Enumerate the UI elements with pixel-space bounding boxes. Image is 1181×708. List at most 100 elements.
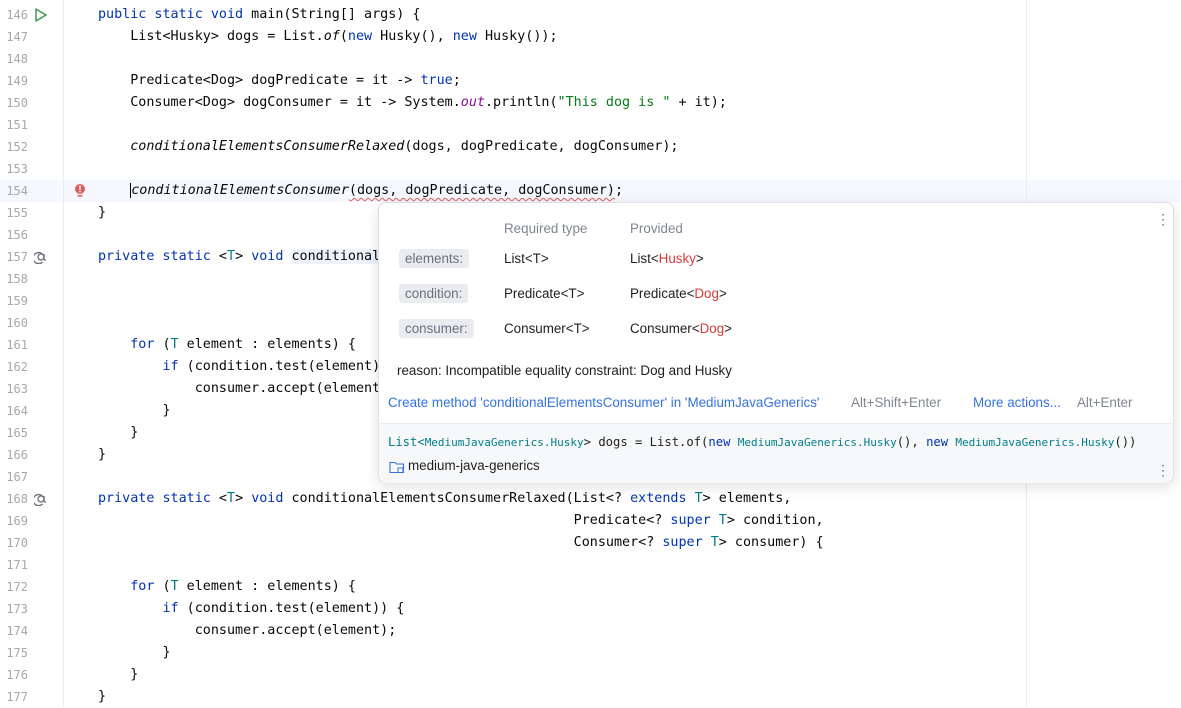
create-method-link[interactable]: Create method 'conditionalElementsConsum… — [388, 395, 820, 410]
code-line[interactable]: 168 private static <T> void conditionalEl… — [0, 488, 1181, 510]
code-text[interactable]: private static <T> void conditionalEleme… — [98, 488, 791, 510]
code-text[interactable]: public static void main(String[] args) { — [98, 4, 421, 26]
line-number: 170 — [6, 536, 28, 550]
code-line[interactable]: 153 — [0, 158, 1181, 180]
line-number: 175 — [6, 646, 28, 660]
line-number: 161 — [6, 338, 28, 352]
line-number: 152 — [6, 140, 28, 154]
code-line[interactable]: 169 Predicate<? super T> condition, — [0, 510, 1181, 532]
code-text[interactable]: if (condition.test(element) — [98, 356, 381, 378]
code-line[interactable]: 175 } — [0, 642, 1181, 664]
code-text[interactable]: Consumer<? super T> consumer) { — [98, 532, 824, 554]
provided-type: List<Husky> — [630, 251, 704, 266]
code-text[interactable]: conditionalElementsConsumerRelaxed(dogs,… — [98, 136, 678, 158]
code-line[interactable]: 154 conditionalElementsConsumer(dogs, do… — [0, 180, 1181, 202]
code-text[interactable]: } — [98, 686, 106, 708]
popup-menu-icon[interactable]: ⋮ — [1156, 211, 1170, 228]
line-number: 147 — [6, 30, 28, 44]
code-text[interactable]: consumer.accept(element — [98, 378, 380, 400]
code-line[interactable]: 170 Consumer<? super T> consumer) { — [0, 532, 1181, 554]
line-number: 162 — [6, 360, 28, 374]
line-number: 159 — [6, 294, 28, 308]
type-mismatch-popup: ⋮ Required type Provided elements: List<… — [378, 202, 1174, 483]
param-label: condition: — [399, 284, 469, 303]
run-icon[interactable] — [34, 8, 48, 22]
create-method-shortcut: Alt+Shift+Enter — [851, 395, 942, 410]
line-number: 171 — [6, 558, 28, 572]
line-number: 176 — [6, 668, 28, 682]
code-line[interactable]: 149 Predicate<Dog> dogPredicate = it -> … — [0, 70, 1181, 92]
line-number: 146 — [6, 8, 28, 22]
code-line[interactable]: 174 consumer.accept(element); — [0, 620, 1181, 642]
line-number: 157 — [6, 250, 28, 264]
code-line[interactable]: 147 List<Husky> dogs = List.of(new Husky… — [0, 26, 1181, 48]
line-number: 154 — [6, 184, 28, 198]
code-text[interactable]: List<Husky> dogs = List.of(new Husky(), … — [98, 26, 557, 48]
line-number: 156 — [6, 228, 28, 242]
required-type: Consumer<T> — [504, 321, 590, 336]
reason-text: reason: Incompatible equality constraint… — [397, 363, 732, 378]
code-text[interactable]: Consumer<Dog> dogConsumer = it -> System… — [98, 92, 727, 114]
code-text[interactable]: } — [98, 422, 138, 444]
line-number: 151 — [6, 118, 28, 132]
code-line[interactable]: 151 — [0, 114, 1181, 136]
line-number: 163 — [6, 382, 28, 396]
code-text[interactable]: private static <T> void conditional — [98, 246, 381, 268]
required-type: Predicate<T> — [504, 286, 585, 301]
code-line[interactable]: 172 for (T element : elements) { — [0, 576, 1181, 598]
line-number: 160 — [6, 316, 28, 330]
provided-type: Consumer<Dog> — [630, 321, 732, 336]
code-text[interactable]: } — [98, 202, 106, 224]
line-number: 165 — [6, 426, 28, 440]
code-line[interactable]: 152 conditionalElementsConsumerRelaxed(d… — [0, 136, 1181, 158]
line-number: 150 — [6, 96, 28, 110]
line-number: 155 — [6, 206, 28, 220]
code-text[interactable]: } — [98, 400, 170, 422]
required-type: List<T> — [504, 251, 549, 266]
line-number: 149 — [6, 74, 28, 88]
line-number: 148 — [6, 52, 28, 66]
line-number: 164 — [6, 404, 28, 418]
line-number: 169 — [6, 514, 28, 528]
code-text[interactable]: } — [98, 444, 106, 466]
line-number: 153 — [6, 162, 28, 176]
param-label: consumer: — [399, 319, 474, 338]
code-text[interactable]: for (T element : elements) { — [98, 334, 356, 356]
code-line[interactable]: 173 if (condition.test(element)) { — [0, 598, 1181, 620]
line-number: 177 — [6, 690, 28, 704]
error-bulb-icon[interactable] — [74, 183, 86, 199]
line-number: 158 — [6, 272, 28, 286]
code-text[interactable]: if (condition.test(element)) { — [98, 598, 405, 620]
line-number: 174 — [6, 624, 28, 638]
code-line[interactable]: 148 — [0, 48, 1181, 70]
module-name[interactable]: medium-java-generics — [408, 458, 540, 473]
line-number: 168 — [6, 492, 28, 506]
line-number: 166 — [6, 448, 28, 462]
code-line[interactable]: 150 Consumer<Dog> dogConsumer = it -> Sy… — [0, 92, 1181, 114]
line-number: 172 — [6, 580, 28, 594]
override-annotation-icon[interactable] — [34, 250, 48, 264]
header-required-type: Required type — [504, 221, 588, 236]
code-text[interactable]: consumer.accept(element); — [98, 620, 397, 642]
more-actions-shortcut: Alt+Enter — [1077, 395, 1133, 410]
code-text[interactable]: } — [98, 664, 138, 686]
code-line[interactable]: 171 — [0, 554, 1181, 576]
code-text[interactable]: } — [98, 642, 170, 664]
line-number: 167 — [6, 470, 28, 484]
code-line[interactable]: 146 public static void main(String[] args… — [0, 4, 1181, 26]
code-text[interactable]: for (T element : elements) { — [98, 576, 356, 598]
override-annotation-icon[interactable] — [34, 492, 48, 506]
more-actions-link[interactable]: More actions... — [973, 395, 1061, 410]
module-folder-icon — [389, 461, 405, 474]
code-text[interactable]: conditionalElementsConsumer(dogs, dogPre… — [98, 180, 623, 202]
declaration-menu-icon[interactable]: ⋮ — [1156, 462, 1170, 479]
code-text[interactable]: Predicate<? super T> condition, — [98, 510, 824, 532]
declaration-code[interactable]: List<MediumJavaGenerics.Husky> dogs = Li… — [388, 435, 1136, 449]
code-line[interactable]: 176 } — [0, 664, 1181, 686]
param-label: elements: — [399, 249, 470, 268]
code-text[interactable]: Predicate<Dog> dogPredicate = it -> true… — [98, 70, 461, 92]
declaration-section: List<MediumJavaGenerics.Husky> dogs = Li… — [379, 423, 1173, 483]
code-line[interactable]: 177} — [0, 686, 1181, 708]
line-number: 173 — [6, 602, 28, 616]
header-provided: Provided — [630, 221, 683, 236]
